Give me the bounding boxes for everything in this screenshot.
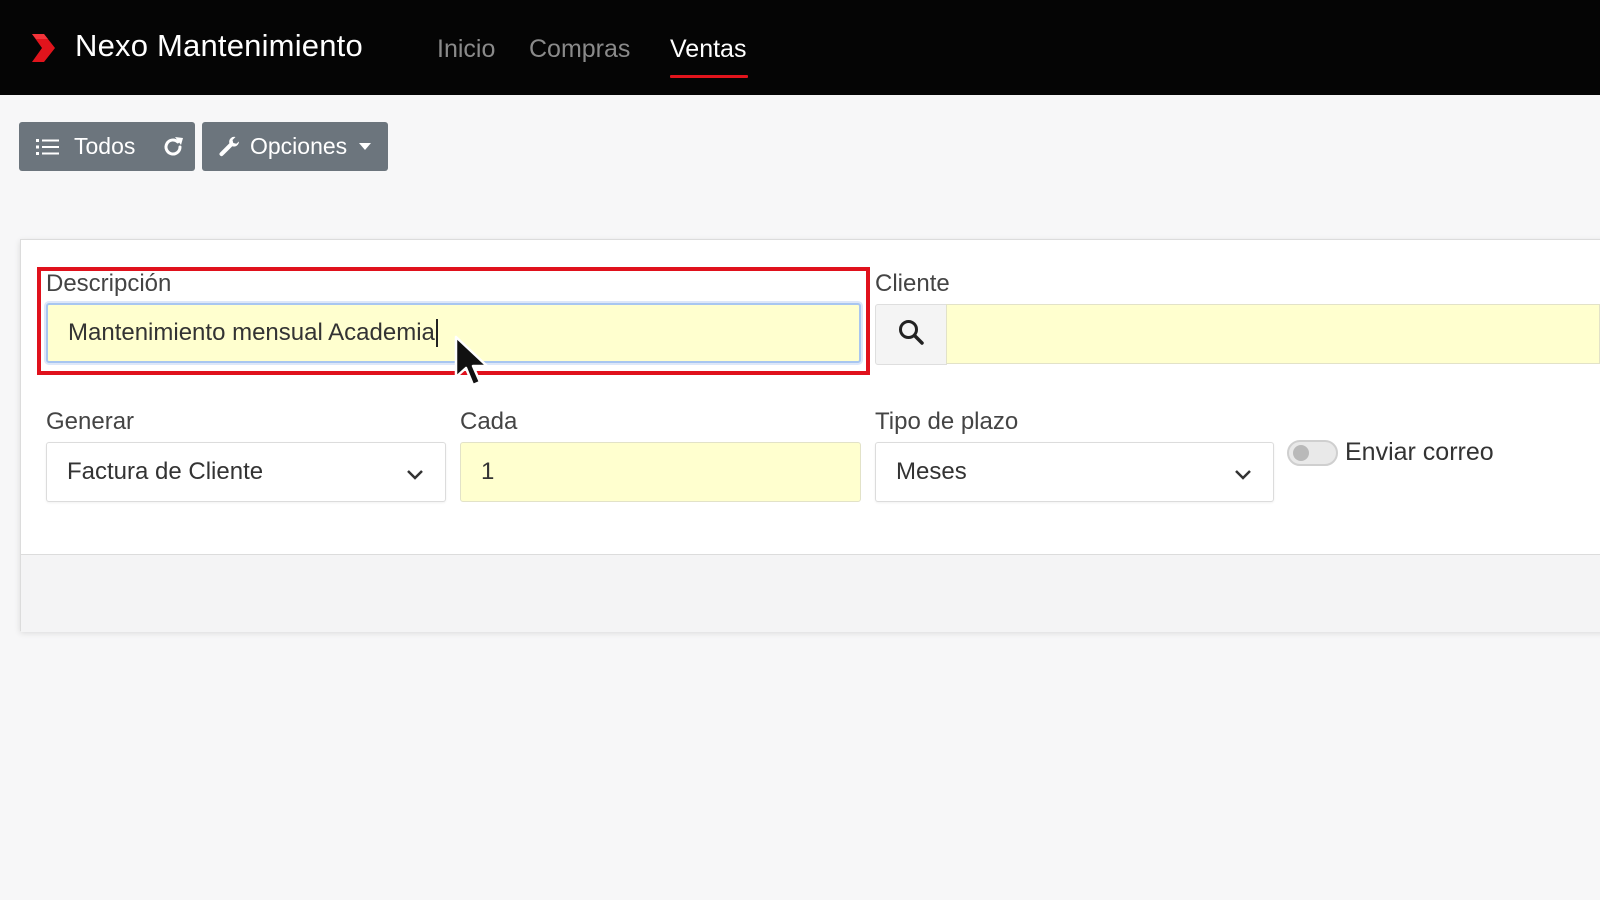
cliente-search-button[interactable] (875, 304, 947, 365)
enviar-correo-label[interactable]: Enviar correo (1345, 438, 1494, 467)
card-footer (21, 554, 1600, 632)
tipo-plazo-select[interactable]: Meses (875, 442, 1274, 502)
brand-logo-icon[interactable] (30, 32, 56, 64)
opciones-dropdown-button[interactable]: Opciones (202, 122, 388, 171)
tipo-plazo-selected: Meses (896, 458, 967, 485)
tipo-plazo-label: Tipo de plazo (875, 408, 1019, 435)
cliente-label: Cliente (875, 270, 950, 297)
toggle-knob (1293, 445, 1309, 461)
cliente-input[interactable] (946, 304, 1600, 364)
nav-link-ventas[interactable]: Ventas (670, 35, 746, 64)
enviar-correo-toggle[interactable] (1287, 440, 1338, 466)
chevron-down-icon (1233, 463, 1253, 491)
todos-button-group: Todos (19, 122, 195, 171)
brand-name[interactable]: Nexo Mantenimiento (75, 28, 363, 64)
list-icon (36, 137, 60, 157)
cada-value: 1 (481, 458, 495, 485)
opciones-label: Opciones (250, 133, 348, 159)
search-icon (897, 318, 925, 351)
nav-active-indicator (670, 75, 748, 78)
generar-selected: Factura de Cliente (67, 458, 264, 485)
generar-select[interactable]: Factura de Cliente (46, 442, 446, 502)
refresh-icon[interactable] (161, 135, 185, 159)
caret-down-icon (359, 142, 372, 151)
cada-input[interactable]: 1 (460, 442, 861, 502)
generar-label: Generar (46, 408, 135, 435)
mouse-cursor-icon (454, 335, 489, 387)
wrench-icon (218, 135, 242, 159)
cada-label: Cada (460, 408, 518, 435)
todos-button[interactable]: Todos (74, 133, 135, 160)
chevron-down-icon (405, 463, 425, 491)
top-navbar: Nexo Mantenimiento Inicio Compras Ventas (0, 0, 1600, 95)
nav-link-inicio[interactable]: Inicio (437, 35, 495, 64)
nav-link-compras[interactable]: Compras (529, 35, 630, 64)
